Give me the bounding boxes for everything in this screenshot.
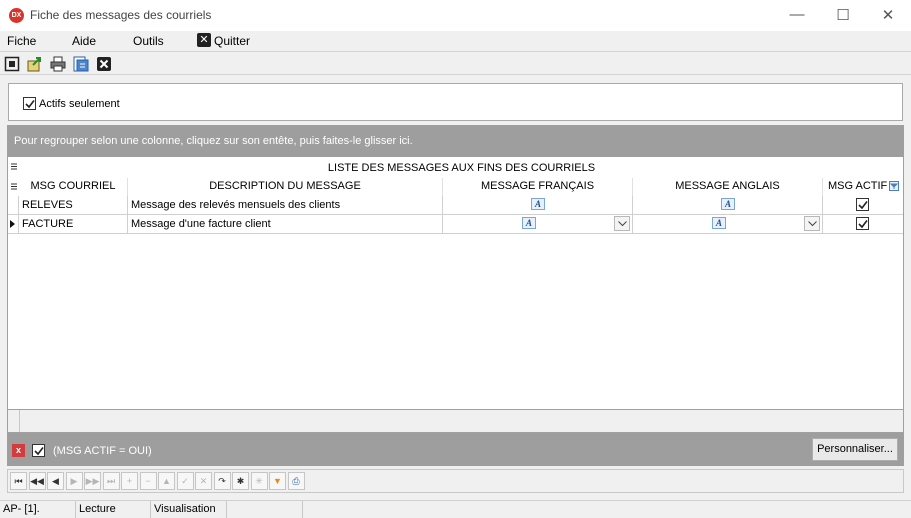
msg-actif-checkbox[interactable] [856,198,869,211]
msg-actif-checkbox[interactable] [856,217,869,230]
table-row[interactable]: RELEVES Message des relevés mensuels des… [8,196,903,215]
maximize-icon: ☐ [836,7,850,24]
record-navigator: ⏮ ◀◀ ◀ ▶ ▶▶ ⏭ + − ▲ ✓ ✕ ↷ ✱ ✳ ▼ ⎙ [7,469,904,493]
column-filter-icon[interactable] [889,181,899,191]
messages-grid: LISTE DES MESSAGES AUX FINS DES COURRIEL… [7,157,904,409]
chevron-down-icon [808,221,817,227]
menu-quitter[interactable]: Quitter [214,34,250,48]
clear-filter-icon[interactable]: x [12,444,25,457]
table-row[interactable]: FACTURE Message d'une facture client A A [8,215,903,234]
grid-footer [7,409,904,433]
status-extra [227,501,303,518]
status-view: Visualisation [151,501,227,518]
print-icon[interactable] [50,56,66,72]
preview-icon[interactable] [73,56,89,72]
refresh-button[interactable]: ↷ [213,472,231,490]
options-panel: Actifs seulement [8,83,903,121]
menu-aide[interactable]: Aide [72,34,96,48]
next-page-button[interactable]: ▶▶ [84,472,101,490]
print-grid-button[interactable]: ⎙ [287,472,305,490]
insert-button[interactable]: + [121,472,138,490]
cell-msg-courriel[interactable]: RELEVES [19,196,128,215]
window-title: Fiche des messages des courriels [30,8,212,22]
close-icon[interactable] [96,56,112,72]
cell-message-anglais[interactable]: A [633,196,823,215]
maximize-button[interactable]: ☐ [820,0,866,31]
active-only-checkbox[interactable] [23,97,36,110]
bookmark-button[interactable]: ✱ [232,472,249,490]
cell-message-anglais[interactable]: A [633,215,823,234]
minimize-button[interactable]: — [774,0,820,31]
next-record-button[interactable]: ▶ [65,472,83,490]
cell-msg-courriel[interactable]: FACTURE [19,215,128,234]
menu-fiche[interactable]: Fiche [7,34,36,48]
col-message-francais[interactable]: MESSAGE FRANÇAIS [443,178,633,196]
group-by-hint: Pour regrouper selon une colonne, clique… [14,135,413,147]
filter-expression[interactable]: (MSG ACTIF = OUI) [53,445,152,457]
prev-record-button[interactable]: ◀ [47,472,64,490]
fit-window-icon[interactable] [4,56,20,72]
cell-message-francais[interactable]: A [443,215,633,234]
delete-button[interactable]: − [139,472,157,490]
status-mode: Lecture [76,501,151,518]
cancel-button[interactable]: ✕ [195,472,212,490]
row-indicator[interactable] [8,196,19,215]
menu-outils[interactable]: Outils [133,34,164,48]
column-header-row: MSG COURRIEL DESCRIPTION DU MESSAGE MESS… [8,178,903,196]
customize-button[interactable]: Personnaliser... [812,438,898,461]
dropdown-button[interactable] [614,216,630,231]
cell-description[interactable]: Message d'une facture client [128,215,443,234]
last-record-button[interactable]: ⏭ [102,472,120,490]
toolbar [0,51,911,75]
filter-enabled-checkbox[interactable] [32,444,45,457]
rich-text-icon: A [712,217,726,229]
app-icon: DX [9,8,24,23]
rich-text-icon: A [522,217,536,229]
column-chooser-icon[interactable] [11,163,17,171]
rich-text-icon: A [721,198,735,210]
chevron-down-icon [618,221,627,227]
filter-bar: x (MSG ACTIF = OUI) Personnaliser... [7,433,904,466]
band-header: LISTE DES MESSAGES AUX FINS DES COURRIEL… [8,157,903,178]
rich-text-icon: A [531,198,545,210]
close-window-button[interactable]: ✕ [865,0,911,31]
current-row-icon [10,220,15,228]
group-by-panel[interactable]: Pour regrouper selon une colonne, clique… [7,125,904,157]
edit-button[interactable]: ▲ [158,472,175,490]
col-msg-actif-label: MSG ACTIF [828,180,888,192]
quit-icon[interactable]: ✕ [197,33,211,47]
cell-msg-actif[interactable] [823,215,903,234]
title-bar: DX Fiche des messages des courriels — ☐ … [0,0,911,31]
export-icon[interactable] [27,56,43,72]
col-message-anglais[interactable]: MESSAGE ANGLAIS [633,178,823,196]
goto-bookmark-button[interactable]: ✳ [250,472,268,490]
menu-bar: Fiche Aide Outils ✕ Quitter [0,31,911,51]
close-icon: ✕ [881,7,895,24]
status-record: AP- [1]. [0,501,76,518]
status-message [303,501,911,518]
col-msg-courriel[interactable]: MSG COURRIEL [19,178,128,196]
status-bar: AP- [1]. Lecture Visualisation [0,500,911,518]
band-title: LISTE DES MESSAGES AUX FINS DES COURRIEL… [327,162,596,174]
cell-msg-actif[interactable] [823,196,903,215]
column-chooser-icon[interactable] [11,183,17,191]
filter-button[interactable]: ▼ [269,472,286,490]
dropdown-button[interactable] [804,216,820,231]
cell-description[interactable]: Message des relevés mensuels des clients [128,196,443,215]
cell-message-francais[interactable]: A [443,196,633,215]
col-description[interactable]: DESCRIPTION DU MESSAGE [128,178,443,196]
first-record-button[interactable]: ⏮ [10,472,27,490]
active-only-label[interactable]: Actifs seulement [39,98,120,110]
post-button[interactable]: ✓ [176,472,194,490]
minimize-icon: — [789,6,805,23]
row-indicator[interactable] [8,215,19,234]
prev-page-button[interactable]: ◀◀ [28,472,46,490]
